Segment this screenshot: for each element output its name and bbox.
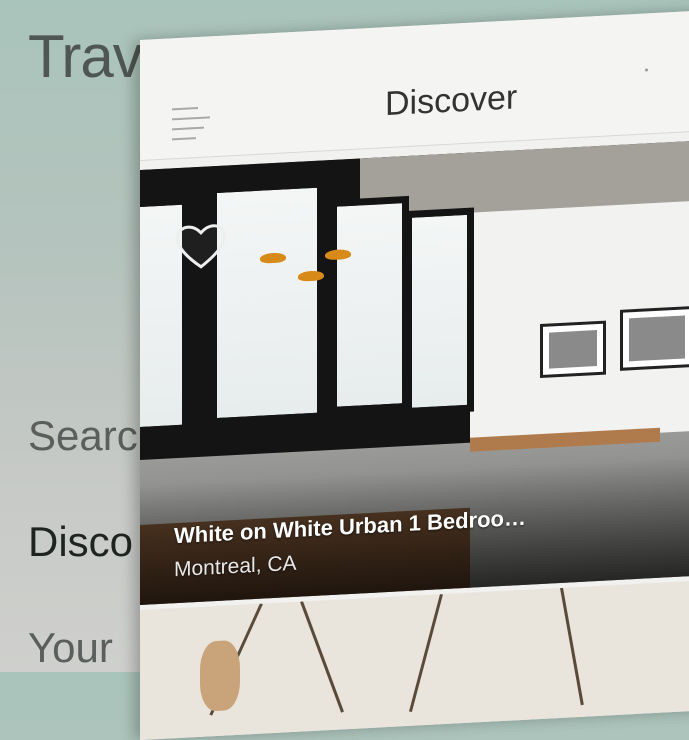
photo-detail [300,600,344,713]
status-dot [645,68,648,72]
side-menu-item-search[interactable]: Searc [28,412,138,460]
heart-outline-icon[interactable] [174,219,228,272]
discover-panel: Discover White on White Urban 1 Bedroo… … [140,7,689,740]
page-title: Discover [385,78,518,124]
hamburger-menu-icon[interactable] [172,106,210,142]
wall-frame [540,320,606,379]
room-photo-window [210,180,324,426]
side-menu-item-discover[interactable]: Disco [28,518,133,566]
listing-card[interactable] [140,577,689,740]
listing-card[interactable]: White on White Urban 1 Bedroo… Montreal,… [140,137,689,605]
navbar: Discover [140,7,689,162]
photo-detail [408,593,443,713]
photo-decor [200,639,240,712]
photo-detail [560,587,584,706]
room-photo-window [405,207,474,416]
side-menu-item-your[interactable]: Your [28,624,113,672]
side-menu-title: Trav [28,23,143,90]
room-photo-window [330,195,409,415]
wall-frame [620,305,689,371]
